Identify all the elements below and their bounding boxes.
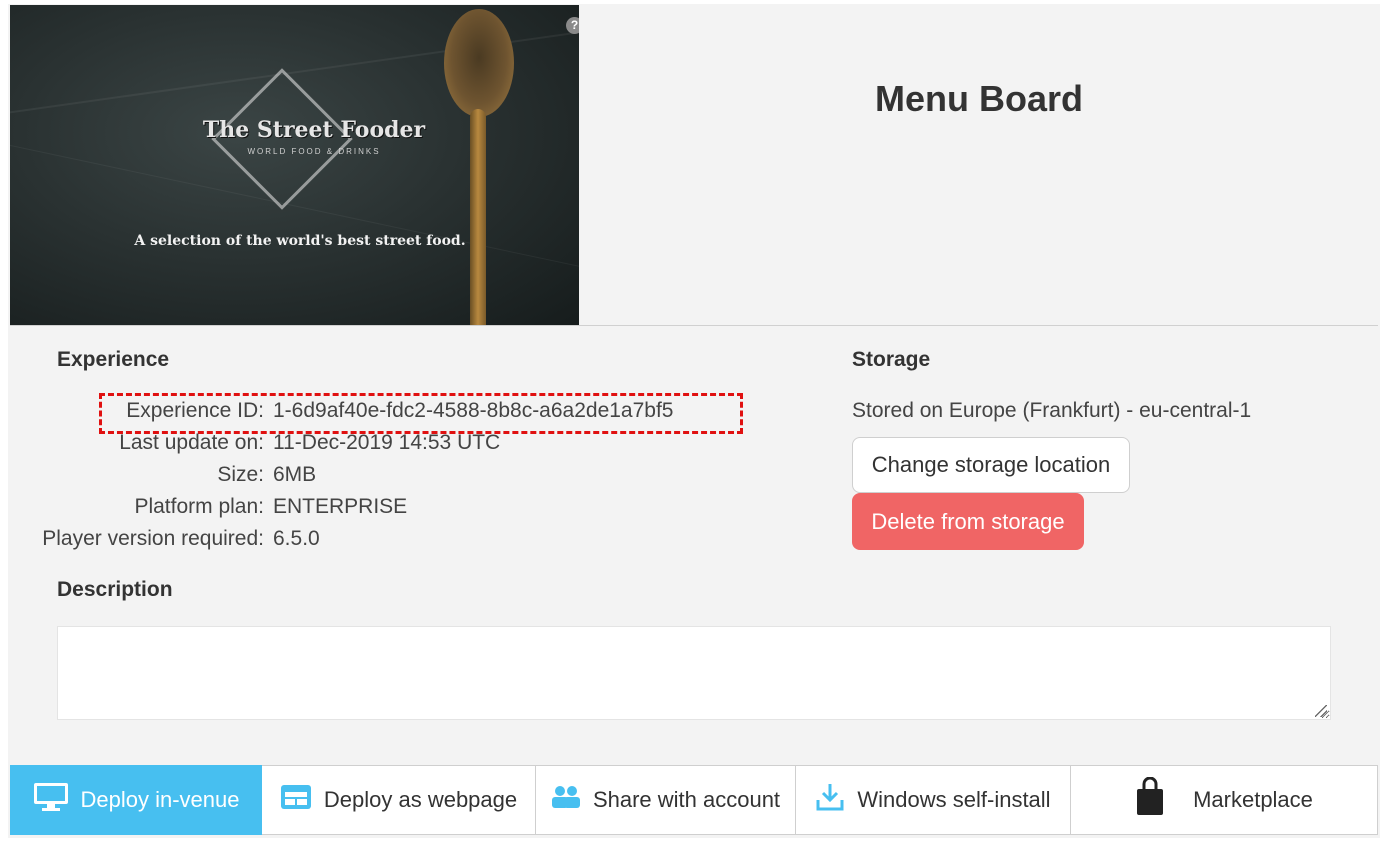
info-row-experience-id: Experience ID: 1-6d9af40e-fdc2-4588-8b8c… (10, 399, 810, 429)
tab-label: Windows self-install (857, 787, 1051, 812)
info-label: Player version required: (42, 527, 264, 550)
browser-window-icon (280, 784, 312, 816)
description-textarea[interactable] (57, 626, 1331, 720)
storage-location: Stored on Europe (Frankfurt) - eu-centra… (852, 399, 1252, 422)
tab-deploy-as-webpage[interactable]: Deploy as webpage (262, 765, 536, 835)
info-row-player-version: Player version required: 6.5.0 (10, 527, 810, 557)
info-label: Platform plan: (134, 495, 264, 518)
description-heading: Description (57, 578, 173, 601)
divider (10, 325, 1378, 326)
tab-label: Marketplace (1193, 787, 1313, 812)
change-storage-button[interactable]: Change storage location (852, 437, 1130, 493)
tab-windows-self-install[interactable]: Windows self-install (796, 765, 1071, 835)
page-title: Menu Board (874, 78, 1083, 119)
tab-label: Share with account (592, 787, 781, 812)
delete-from-storage-button[interactable]: Delete from storage (852, 493, 1084, 550)
download-icon (815, 782, 845, 818)
thumbnail-tagline: WORLD FOOD & DRINKS (247, 147, 381, 156)
experience-heading: Experience (57, 348, 170, 371)
info-label: Last update on: (119, 431, 264, 454)
thumbnail-caption: A selection of the world's best street f… (134, 233, 466, 249)
tab-label: Deploy in-venue (80, 787, 240, 812)
last-update-value: 11-Dec-2019 14:53 UTC (273, 431, 501, 454)
users-icon (551, 785, 581, 815)
tab-marketplace[interactable]: Marketplace (1071, 765, 1378, 835)
action-tabs: Deploy in-venue Deploy as webpage Share … (10, 765, 1378, 835)
storage-heading: Storage (852, 348, 931, 371)
shopping-bag-icon (1135, 776, 1165, 823)
info-label: Size: (217, 463, 264, 486)
info-row-last-update: Last update on: 11-Dec-2019 14:53 UTC (10, 431, 810, 461)
tab-share-with-account[interactable]: Share with account (536, 765, 796, 835)
help-icon[interactable]: ? (566, 17, 579, 34)
info-label: Experience ID: (126, 399, 264, 422)
platform-plan-value: ENTERPRISE (273, 495, 408, 518)
spoon-image (444, 9, 514, 117)
tab-deploy-in-venue[interactable]: Deploy in-venue (10, 765, 262, 835)
info-row-size: Size: 6MB (10, 463, 810, 493)
experience-thumbnail: The Street Fooder WORLD FOOD & DRINKS A … (10, 5, 579, 325)
info-row-platform-plan: Platform plan: ENTERPRISE (10, 495, 810, 525)
experience-id-value: 1-6d9af40e-fdc2-4588-8b8c-a6a2de1a7bf5 (273, 399, 674, 422)
resize-grip-icon[interactable] (1315, 705, 1327, 717)
tab-label: Deploy as webpage (323, 787, 518, 812)
size-value: 6MB (273, 463, 317, 486)
player-version-value: 6.5.0 (273, 527, 320, 550)
thumbnail-brand: The Street Fooder (202, 117, 426, 143)
monitor-icon (33, 782, 69, 818)
